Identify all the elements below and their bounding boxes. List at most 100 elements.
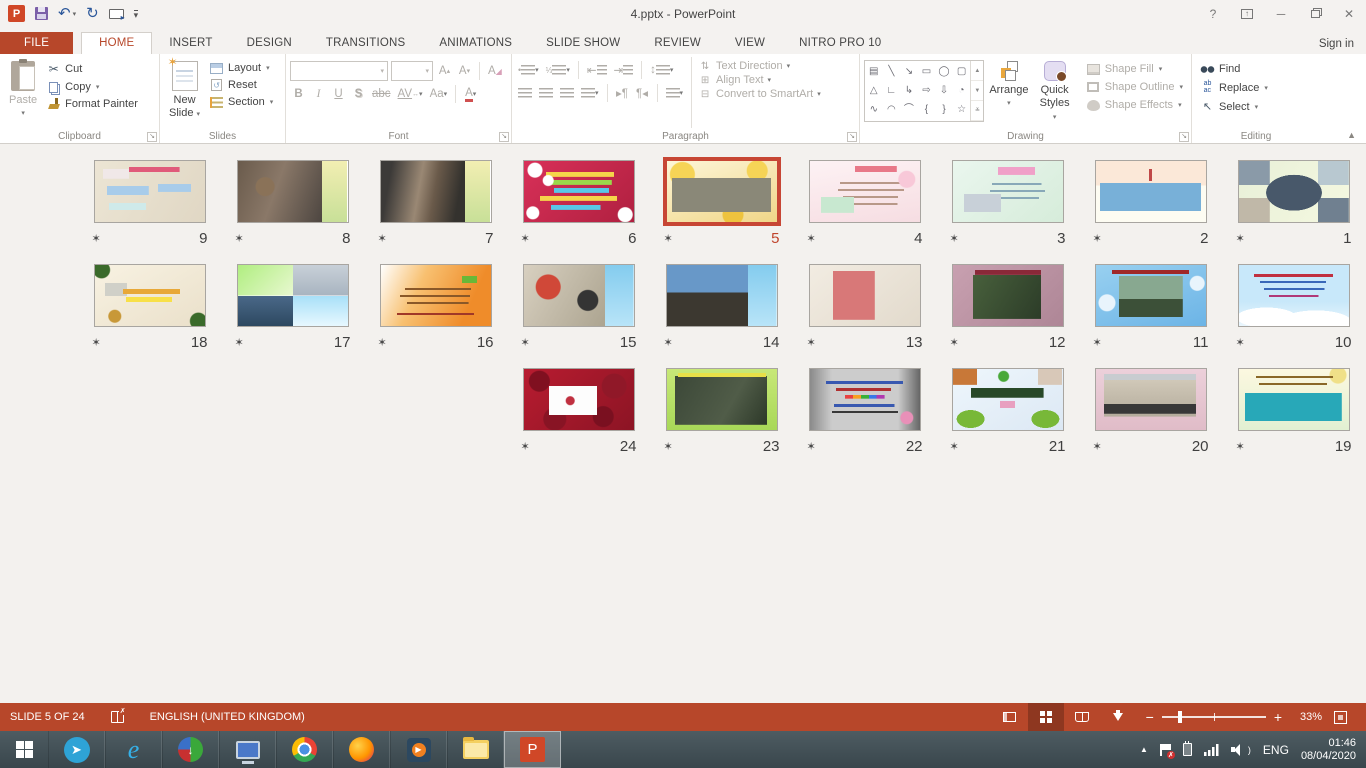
slide-thumbnail-7[interactable] — [380, 160, 492, 223]
slide-thumbnail-12[interactable] — [952, 264, 1064, 327]
input-language-indicator[interactable]: ENG — [1263, 743, 1289, 757]
star-shape-icon[interactable]: ☆ — [957, 104, 966, 116]
elbow-connector-icon[interactable]: ∟ — [886, 85, 896, 97]
animation-star-icon[interactable]: ✶ — [92, 232, 101, 245]
shape-outline-button[interactable]: Shape Outline▾ — [1082, 79, 1187, 95]
slide-thumbnail-1[interactable] — [1238, 160, 1350, 223]
slide-thumbnail-14[interactable] — [666, 264, 778, 327]
arrow-shape-icon[interactable]: ↘ — [905, 66, 913, 78]
shape-icons[interactable]: ▤╲↘▭◯▢ △∟↳⇨⇩◔ ∿◠⌒{}☆ — [865, 61, 970, 121]
decrease-font-size-button[interactable]: A▾ — [456, 62, 473, 80]
sign-in-link[interactable]: Sign in — [1319, 38, 1354, 50]
shape-fill-button[interactable]: Shape Fill▾ — [1082, 61, 1187, 77]
italic-button[interactable]: I — [310, 85, 327, 103]
slide-cell-16[interactable]: ✶16 — [364, 264, 507, 351]
shape-effects-button[interactable]: Shape Effects▾ — [1082, 97, 1187, 113]
align-right-button[interactable] — [558, 84, 576, 102]
ribbon-tab-slide-show[interactable]: SLIDE SHOW — [529, 33, 637, 54]
slide-thumbnail-23[interactable] — [666, 368, 778, 431]
text-shadow-button[interactable]: S — [350, 85, 367, 103]
text-box-shape-icon[interactable]: ▤ — [869, 66, 878, 78]
slide-thumbnail-17[interactable] — [237, 264, 349, 327]
slide-cell-9[interactable]: ✶9 — [78, 160, 221, 247]
power-icon[interactable] — [1183, 743, 1192, 756]
zoom-out-button[interactable]: − — [1146, 711, 1154, 723]
font-name-combobox[interactable]: ▾ — [290, 61, 388, 81]
show-hidden-icons-button[interactable]: ▲ — [1140, 745, 1148, 754]
taskbar-telegram-button[interactable]: ➤ — [48, 731, 105, 768]
animation-star-icon[interactable]: ✶ — [950, 336, 959, 349]
animation-star-icon[interactable]: ✶ — [1093, 232, 1102, 245]
align-text-button[interactable]: ⊞Align Text▾ — [698, 74, 821, 86]
bold-button[interactable]: B — [290, 85, 307, 103]
find-button[interactable]: Find — [1196, 61, 1272, 77]
slide-cell-15[interactable]: ✶15 — [507, 264, 650, 351]
slide-thumbnail-19[interactable] — [1238, 368, 1350, 431]
slide-cell-17[interactable]: ✶17 — [221, 264, 364, 351]
zoom-slider[interactable] — [1162, 716, 1266, 718]
justify-button[interactable]: ▾ — [579, 84, 601, 102]
font-color-button[interactable]: A▾ — [462, 85, 479, 103]
zoom-percentage[interactable]: 33% — [1292, 711, 1322, 723]
right-arrow-shape-icon[interactable]: ⇨ — [922, 85, 930, 97]
slide-thumbnail-20[interactable] — [1095, 368, 1207, 431]
columns-button[interactable]: ▾ — [664, 84, 686, 102]
slide-thumbnail-4[interactable] — [809, 160, 921, 223]
slide-thumbnail-9[interactable] — [94, 160, 206, 223]
slide-show-button[interactable] — [1100, 703, 1136, 731]
paste-button[interactable]: Paste ▾ — [4, 57, 42, 128]
animation-star-icon[interactable]: ✶ — [235, 232, 244, 245]
slide-cell-11[interactable]: ✶11 — [1079, 264, 1222, 351]
arc-shape-icon[interactable]: ◠ — [887, 104, 896, 116]
collapse-ribbon-button[interactable]: ▲ — [1347, 130, 1356, 140]
slide-thumbnail-6[interactable] — [523, 160, 635, 223]
ribbon-tab-nitro-pro-10[interactable]: NITRO PRO 10 — [782, 33, 898, 54]
animation-star-icon[interactable]: ✶ — [521, 232, 530, 245]
decrease-indent-button[interactable]: ⇤ — [585, 61, 609, 79]
volume-icon[interactable] — [1231, 744, 1245, 756]
increase-font-size-button[interactable]: A▴ — [436, 62, 453, 80]
strikethrough-button[interactable]: abc — [370, 85, 393, 103]
animation-star-icon[interactable]: ✶ — [950, 440, 959, 453]
shapes-gallery[interactable]: ▤╲↘▭◯▢ △∟↳⇨⇩◔ ∿◠⌒{}☆ ▲ ▼ ≚ — [864, 60, 984, 122]
slide-thumbnail-13[interactable] — [809, 264, 921, 327]
drawing-dialog-launcher[interactable]: ↘ — [1179, 132, 1189, 142]
shapes-scroll-down[interactable]: ▼ — [971, 81, 983, 101]
animation-star-icon[interactable]: ✶ — [807, 232, 816, 245]
slide-cell-23[interactable]: ✶23 — [650, 368, 793, 455]
copy-dropdown-caret[interactable]: ▾ — [96, 83, 100, 91]
slide-cell-8[interactable]: ✶8 — [221, 160, 364, 247]
increase-indent-button[interactable]: ⇥ — [612, 61, 636, 79]
redo-button[interactable]: ↻ — [86, 7, 99, 21]
slide-sorter-canvas[interactable]: ✶9✶8✶7✶6✶5✶4✶3✶2✶1✶18✶17✶16✶15✶14✶13✶12✶… — [0, 144, 1366, 703]
slide-thumbnail-5[interactable] — [666, 160, 778, 223]
slide-cell-5[interactable]: ✶5 — [650, 160, 793, 247]
slide-cell-21[interactable]: ✶21 — [936, 368, 1079, 455]
action-center-flag-icon[interactable] — [1160, 744, 1171, 756]
slide-cell-3[interactable]: ✶3 — [936, 160, 1079, 247]
customize-qat-button[interactable]: ▾ — [134, 8, 139, 19]
slide-thumbnail-24[interactable] — [523, 368, 635, 431]
animation-star-icon[interactable]: ✶ — [807, 336, 816, 349]
layout-button[interactable]: Layout▾ — [205, 60, 277, 76]
powerpoint-app-icon[interactable]: P — [8, 5, 25, 22]
left-brace-shape-icon[interactable]: { — [925, 104, 928, 116]
triangle-shape-icon[interactable]: △ — [870, 85, 878, 97]
quick-styles-button[interactable]: QuickStyles ▾ — [1033, 57, 1075, 128]
align-left-button[interactable] — [516, 84, 534, 102]
paste-dropdown-caret[interactable]: ▾ — [21, 107, 25, 120]
slide-thumbnail-10[interactable] — [1238, 264, 1350, 327]
new-slide-button[interactable]: NewSlide ▾ — [164, 57, 205, 128]
taskbar-media-player-button[interactable]: ▶ — [390, 731, 447, 768]
taskbar-internet-explorer-button[interactable]: e — [105, 731, 162, 768]
elbow-arrow-connector-icon[interactable]: ↳ — [905, 85, 913, 97]
clipboard-dialog-launcher[interactable]: ↘ — [147, 132, 157, 142]
reset-button[interactable]: ↺Reset — [205, 77, 277, 93]
zoom-in-button[interactable]: + — [1274, 711, 1282, 723]
animation-star-icon[interactable]: ✶ — [664, 336, 673, 349]
slide-thumbnail-8[interactable] — [237, 160, 349, 223]
select-button[interactable]: ↖Select▾ — [1196, 98, 1272, 115]
slide-cell-10[interactable]: ✶10 — [1222, 264, 1365, 351]
shapes-gallery-scrollbar[interactable]: ▲ ▼ ≚ — [970, 61, 983, 121]
animation-star-icon[interactable]: ✶ — [807, 440, 816, 453]
